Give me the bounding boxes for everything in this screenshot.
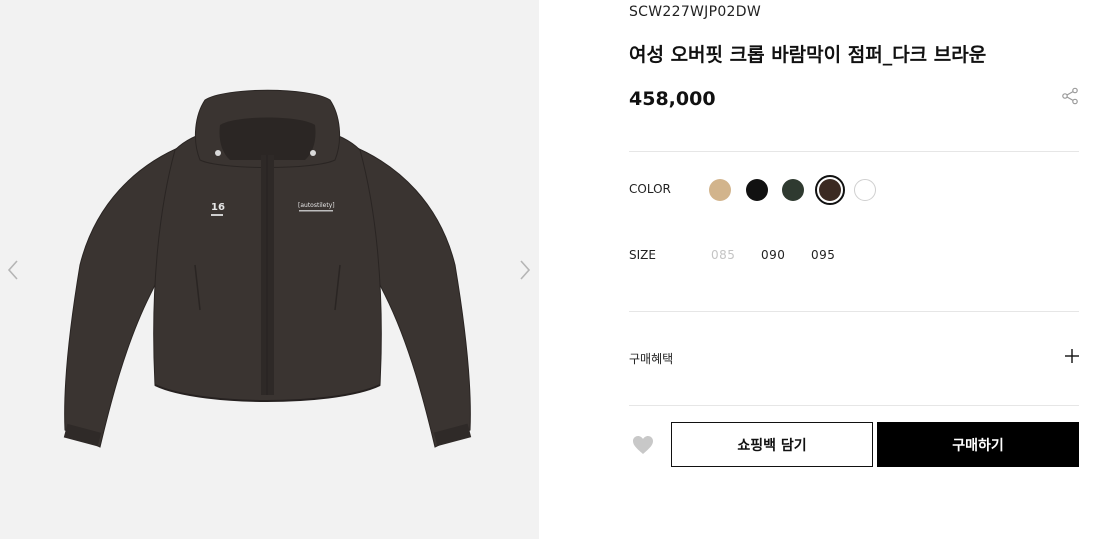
color-swatch-beige[interactable] [709,179,731,201]
color-swatch-dark-green[interactable] [782,179,804,201]
color-label: COLOR [629,182,671,196]
product-info-panel: SCW227WJP02DW 여성 오버핏 크롭 바람막이 점퍼_다크 브라운 4… [629,0,1079,539]
add-to-bag-button[interactable]: 쇼핑백 담기 [671,422,873,467]
product-photo-jacket: 16 [autostilety] [63,89,472,448]
share-icon[interactable] [1061,87,1079,105]
jacket-number-print: 16 [211,202,225,213]
product-image-gallery: 16 [autostilety] [0,0,539,539]
size-option-085[interactable]: 085 [711,248,735,262]
divider [629,151,1079,152]
prev-image-arrow-icon[interactable] [6,258,20,282]
size-option-095[interactable]: 095 [811,248,835,262]
product-sku: SCW227WJP02DW [629,4,761,20]
divider [629,405,1079,406]
expand-plus-icon[interactable] [1065,348,1079,363]
size-option-090[interactable]: 090 [761,248,785,262]
divider [629,311,1079,312]
product-price: 458,000 [629,88,716,110]
wishlist-heart-icon[interactable] [632,435,654,455]
color-swatch-white[interactable] [854,179,876,201]
next-image-arrow-icon[interactable] [518,258,532,282]
color-swatch-dark-brown[interactable] [815,175,845,205]
jacket-logo-print: [autostilety] [298,202,335,209]
size-label: SIZE [629,248,656,262]
color-swatch-black[interactable] [746,179,768,201]
purchase-benefits-label[interactable]: 구매혜택 [629,350,673,367]
buy-now-button[interactable]: 구매하기 [877,422,1079,467]
product-title: 여성 오버핏 크롭 바람막이 점퍼_다크 브라운 [629,44,987,66]
